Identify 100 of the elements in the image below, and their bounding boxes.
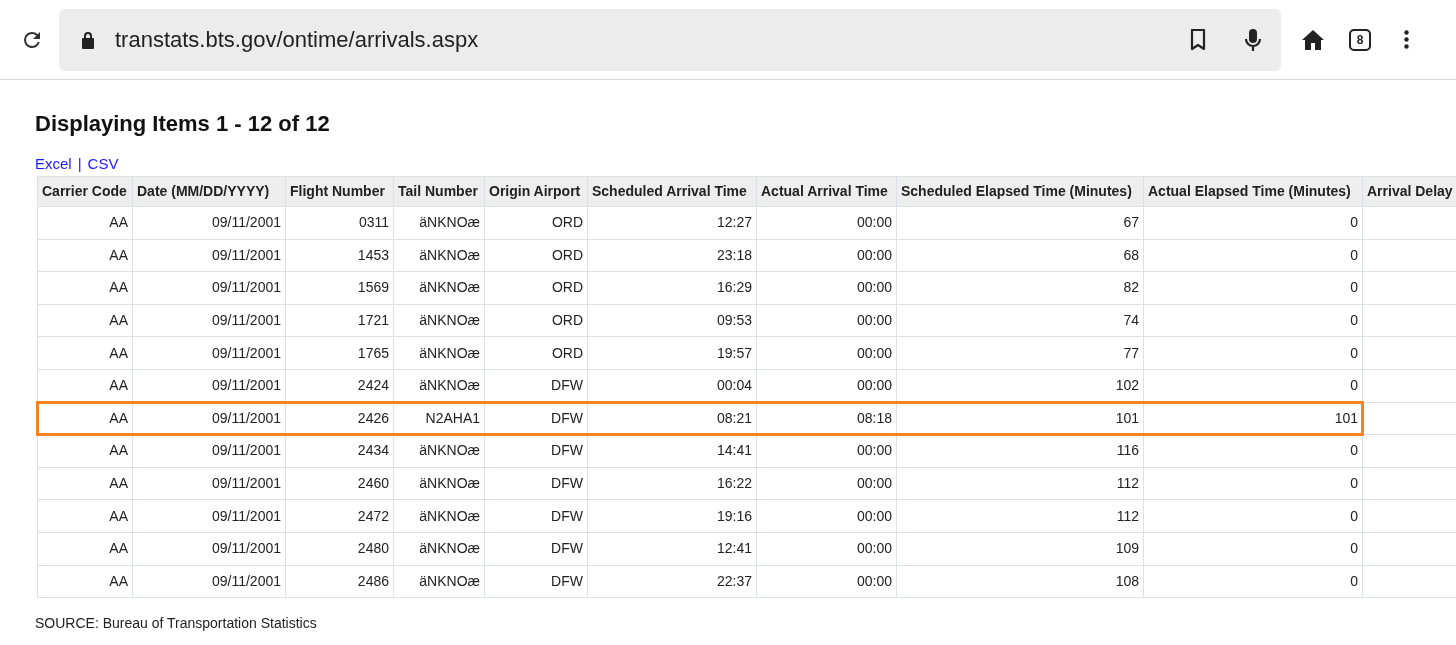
table-cell: ORD <box>484 336 588 370</box>
column-header[interactable]: Tail Number <box>393 176 485 207</box>
column-header[interactable]: Actual Arrival Time <box>756 176 897 207</box>
page-heading: Displaying Items 1 - 12 of 12 <box>35 110 330 138</box>
table-cell: 0 <box>1143 336 1363 370</box>
column-header[interactable]: Flight Number <box>285 176 394 207</box>
link-separator: | <box>77 153 82 174</box>
lock-icon <box>81 30 95 49</box>
table-cell: äNKNOæ <box>393 565 485 598</box>
table-cell: 09/11/2001 <box>132 467 286 500</box>
table-cell: 0 <box>1143 239 1363 272</box>
column-header[interactable]: Scheduled Arrival Time <box>587 176 757 207</box>
column-header[interactable]: Actual Elapsed Time (Minutes) <box>1143 176 1363 207</box>
table-cell: AA <box>37 369 133 403</box>
table-cell: AA <box>37 565 133 598</box>
table-cell: 12:27 <box>587 206 757 240</box>
table-cell: DFW <box>484 499 588 533</box>
table-cell: 0311 <box>285 206 394 240</box>
table-cell: DFW <box>484 565 588 598</box>
table-cell: äNKNOæ <box>393 467 485 500</box>
table-cell: 1453 <box>285 239 394 272</box>
address-bar[interactable]: transtats.bts.gov/ontime/arrivals.aspx <box>59 8 1281 71</box>
url-text: transtats.bts.gov/ontime/arrivals.aspx <box>115 26 479 54</box>
table-cell: AA <box>37 467 133 500</box>
table-cell: 0 <box>1143 304 1363 337</box>
column-header[interactable]: Origin Airport <box>484 176 588 207</box>
table-cell: ORD <box>484 206 588 240</box>
tab-switcher-button[interactable]: 8 <box>1349 28 1371 51</box>
table-cell: 09/11/2001 <box>132 271 286 305</box>
table-cell: DFW <box>484 467 588 500</box>
table-cell: AA <box>37 206 133 240</box>
table-cell: 0 <box>1143 499 1363 533</box>
table-cell: 00:00 <box>756 239 897 272</box>
table-cell: 1721 <box>285 304 394 337</box>
table-cell: AA <box>37 434 133 468</box>
table-cell: 2434 <box>285 434 394 468</box>
table-cell: 116 <box>896 434 1144 468</box>
table-cell: 00:00 <box>756 271 897 305</box>
table-cell: äNKNOæ <box>393 271 485 305</box>
table-cell: 2486 <box>285 565 394 598</box>
table-cell: 00:00 <box>756 499 897 533</box>
table-cell: äNKNOæ <box>393 206 485 240</box>
table-cell: ORD <box>484 271 588 305</box>
table-cell: 09/11/2001 <box>132 336 286 370</box>
more-options-icon <box>1403 30 1409 49</box>
table-cell: AA <box>37 239 133 272</box>
table-cell: 0 <box>1143 206 1363 240</box>
table-cell: 16:22 <box>587 467 757 500</box>
column-header[interactable]: Carrier Code <box>37 176 133 207</box>
table-cell: 22:37 <box>587 565 757 598</box>
table-cell: 00:00 <box>756 434 897 468</box>
table-cell: AA <box>37 271 133 305</box>
table-cell: 112 <box>896 467 1144 500</box>
table-cell: 09/11/2001 <box>132 304 286 337</box>
table-cell: 67 <box>896 206 1144 240</box>
table-cell: 12:41 <box>587 532 757 566</box>
column-header[interactable]: Arrival Delay <box>1362 176 1456 207</box>
table-cell: 2472 <box>285 499 394 533</box>
table-cell: äNKNOæ <box>393 239 485 272</box>
table-cell: äNKNOæ <box>393 532 485 566</box>
table-cell: 00:00 <box>756 532 897 566</box>
export-link[interactable]: CSV <box>87 152 119 176</box>
column-header[interactable]: Scheduled Elapsed Time (Minutes) <box>896 176 1144 207</box>
table-cell: DFW <box>484 434 588 468</box>
table-cell: 68 <box>896 239 1144 272</box>
table-cell: äNKNOæ <box>393 336 485 370</box>
table-cell: ORD <box>484 239 588 272</box>
export-link[interactable]: Excel <box>35 152 72 176</box>
table-cell: AA <box>37 532 133 566</box>
table-cell: äNKNOæ <box>393 434 485 468</box>
table-cell: 23:18 <box>587 239 757 272</box>
table-cell: 74 <box>896 304 1144 337</box>
table-cell: AA <box>37 336 133 370</box>
table-cell: 16:29 <box>587 271 757 305</box>
table-cell: 0 <box>1143 532 1363 566</box>
column-header[interactable]: Date (MM/DD/YYYY) <box>132 176 286 207</box>
table-cell: ORD <box>484 304 588 337</box>
table-cell: 1765 <box>285 336 394 370</box>
table-cell: 0 <box>1143 565 1363 598</box>
table-cell: 2480 <box>285 532 394 566</box>
table-cell: 0 <box>1143 271 1363 305</box>
table-cell: 1569 <box>285 271 394 305</box>
home-icon <box>1301 28 1325 51</box>
source-note: SOURCE: Bureau of Transportation Statistics <box>35 614 317 634</box>
table-cell: 00:00 <box>756 336 897 370</box>
table-cell: äNKNOæ <box>393 304 485 337</box>
table-cell: 00:00 <box>756 206 897 240</box>
table-cell: 112 <box>896 499 1144 533</box>
table-cell: DFW <box>484 532 588 566</box>
table-cell: 108 <box>896 565 1144 598</box>
table-cell: 09/11/2001 <box>132 206 286 240</box>
table-cell: 109 <box>896 532 1144 566</box>
table-cell: 19:57 <box>587 336 757 370</box>
table-cell: 09:53 <box>587 304 757 337</box>
table-cell: 0 <box>1143 467 1363 500</box>
table-cell: 2460 <box>285 467 394 500</box>
table-cell: 00:00 <box>756 304 897 337</box>
table-cell: 14:41 <box>587 434 757 468</box>
bookmark-icon <box>1190 28 1206 51</box>
table-cell: 09/11/2001 <box>132 434 286 468</box>
